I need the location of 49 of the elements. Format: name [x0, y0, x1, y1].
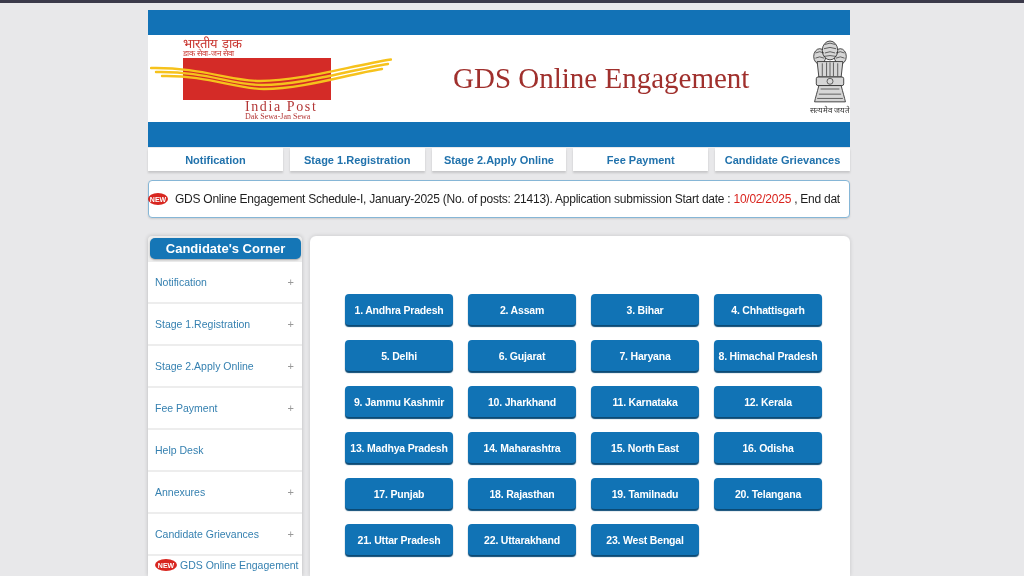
state-button[interactable]: 7. Haryana: [591, 340, 699, 371]
nav-tab[interactable]: Notification: [148, 148, 283, 171]
nav-tab[interactable]: Stage 1.Registration: [289, 148, 425, 171]
state-button[interactable]: 1. Andhra Pradesh: [345, 294, 453, 325]
expand-toggle: +: [287, 402, 294, 414]
state-button[interactable]: 21. Uttar Pradesh: [345, 524, 453, 555]
sidebar-item[interactable]: Candidate Grievances +: [148, 514, 302, 554]
state-button[interactable]: 18. Rajasthan: [468, 478, 576, 509]
emblem-motto: सत्यमेव जयते: [809, 106, 850, 116]
state-button[interactable]: 16. Odisha: [714, 432, 822, 463]
state-button[interactable]: 20. Telangana: [714, 478, 822, 509]
state-button[interactable]: 15. North East: [591, 432, 699, 463]
state-button[interactable]: 3. Bihar: [591, 294, 699, 325]
state-button[interactable]: 2. Assam: [468, 294, 576, 325]
state-button[interactable]: 9. Jammu Kashmir: [345, 386, 453, 417]
ticker-text: GDS Online Engagement Schedule-I, January-2025 (No. of posts: 21413). Application submission Start date : 10/02/2025 , End dat: [175, 192, 840, 206]
state-button[interactable]: 12. Kerala: [714, 386, 822, 417]
state-button[interactable]: 19. Tamilnadu: [591, 478, 699, 509]
nav-tab[interactable]: Fee Payment: [573, 148, 709, 171]
sidebar-item[interactable]: Stage 2.Apply Online +: [148, 346, 302, 386]
sidebar-item[interactable]: Fee Payment +: [148, 388, 302, 428]
sidebar-title: Candidate's Corner: [150, 238, 301, 259]
state-button[interactable]: 17. Punjab: [345, 478, 453, 509]
state-button[interactable]: 6. Gujarat: [468, 340, 576, 371]
logo-tagline: Dak Sewa-Jan Sewa: [245, 113, 311, 121]
state-button[interactable]: 4. Chhattisgarh: [714, 294, 822, 325]
state-button[interactable]: 10. Jharkhand: [468, 386, 576, 417]
state-button[interactable]: 23. West Bengal: [591, 524, 699, 555]
expand-toggle: +: [287, 486, 294, 498]
expand-toggle: +: [287, 360, 294, 372]
sidebar-item[interactable]: Annexures +: [148, 472, 302, 512]
sidebar-item[interactable]: Stage 1.Registration +: [148, 304, 302, 344]
expand-toggle: +: [287, 276, 294, 288]
india-post-logo-icon: [150, 58, 392, 100]
emblem-icon: [811, 38, 848, 104]
sidebar-item[interactable]: Help Desk: [148, 430, 302, 470]
state-button[interactable]: 11. Karnataka: [591, 386, 699, 417]
expand-toggle: +: [287, 318, 294, 330]
nav-tab[interactable]: Stage 2.Apply Online: [431, 148, 567, 171]
expand-toggle: +: [287, 528, 294, 540]
page-title: GDS Online Engagement: [453, 62, 750, 95]
state-button[interactable]: 13. Madhya Pradesh: [345, 432, 453, 463]
logo-name: India Post: [245, 100, 318, 113]
nav-tab[interactable]: Candidate Grievances: [715, 148, 850, 171]
state-button[interactable]: 14. Maharashtra: [468, 432, 576, 463]
sidebar-item[interactable]: Notification +: [148, 262, 302, 302]
state-button[interactable]: 5. Delhi: [345, 340, 453, 371]
state-button[interactable]: 8. Himachal Pradesh: [714, 340, 822, 371]
state-button[interactable]: 22. Uttarakhand: [468, 524, 576, 555]
